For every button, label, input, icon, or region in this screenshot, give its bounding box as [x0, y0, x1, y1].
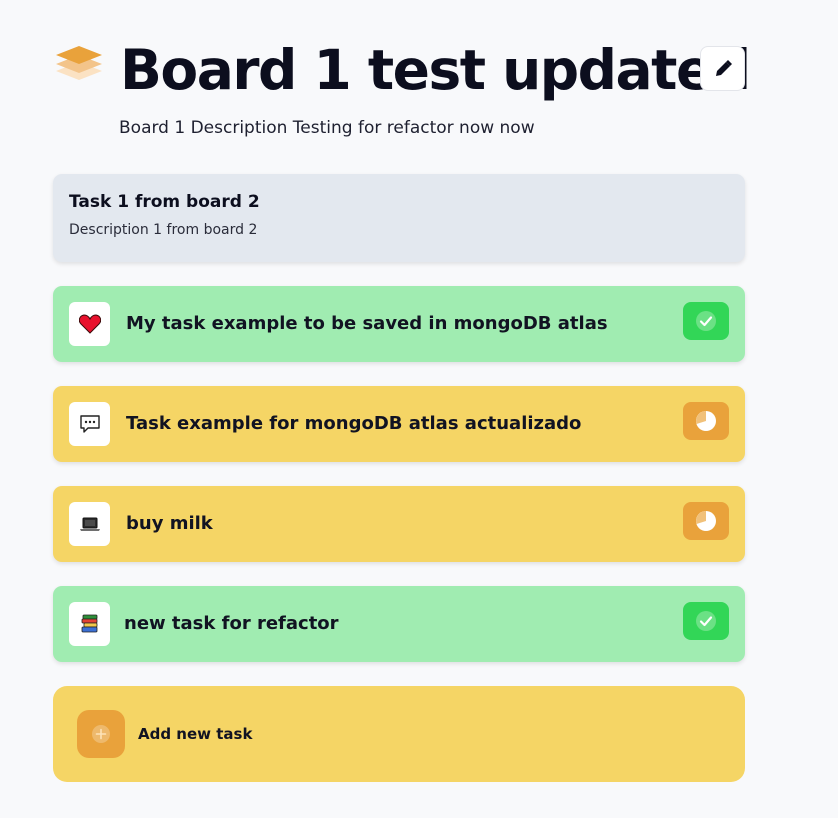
- status-in-progress-button[interactable]: [683, 502, 729, 540]
- task-detail-title: Task 1 from board 2: [69, 192, 260, 212]
- plus-icon: [92, 725, 110, 743]
- task-icon-box: [69, 402, 110, 446]
- add-task-icon-box: [77, 710, 125, 758]
- clock-progress-icon: [696, 411, 716, 431]
- add-task-button[interactable]: Add new task: [53, 686, 745, 782]
- task-label: buy milk: [126, 513, 213, 534]
- status-done-button[interactable]: [683, 302, 729, 340]
- status-in-progress-button[interactable]: [683, 402, 729, 440]
- task-item[interactable]: buy milk: [53, 486, 745, 562]
- page-title: Board 1 test updated: [120, 38, 751, 102]
- board-description: Board 1 Description Testing for refactor…: [119, 118, 535, 138]
- task-detail-description: Description 1 from board 2: [69, 222, 258, 238]
- status-done-button[interactable]: [683, 602, 729, 640]
- task-detail-card[interactable]: Task 1 from board 2 Description 1 from b…: [53, 174, 745, 262]
- edit-board-button[interactable]: [700, 46, 745, 91]
- task-item[interactable]: Task example for mongoDB atlas actualiza…: [53, 386, 745, 462]
- task-label: new task for refactor: [124, 613, 339, 634]
- task-label: My task example to be saved in mongoDB a…: [126, 313, 608, 334]
- heart-icon: [78, 314, 101, 334]
- clock-progress-icon: [696, 511, 716, 531]
- task-item[interactable]: My task example to be saved in mongoDB a…: [53, 286, 745, 362]
- books-icon: [81, 614, 97, 633]
- check-icon: [696, 311, 716, 331]
- speech-bubble-icon: [79, 415, 100, 433]
- task-item[interactable]: new task for refactor: [53, 586, 745, 662]
- add-task-label: Add new task: [138, 725, 253, 743]
- laptop-icon: [79, 517, 100, 531]
- task-label: Task example for mongoDB atlas actualiza…: [126, 413, 582, 434]
- stacked-layers-logo: [56, 46, 102, 80]
- task-icon-box: [69, 302, 110, 346]
- check-icon: [696, 611, 716, 631]
- task-icon-box: [69, 502, 110, 546]
- pencil-icon: [715, 59, 732, 76]
- task-icon-box: [69, 602, 110, 646]
